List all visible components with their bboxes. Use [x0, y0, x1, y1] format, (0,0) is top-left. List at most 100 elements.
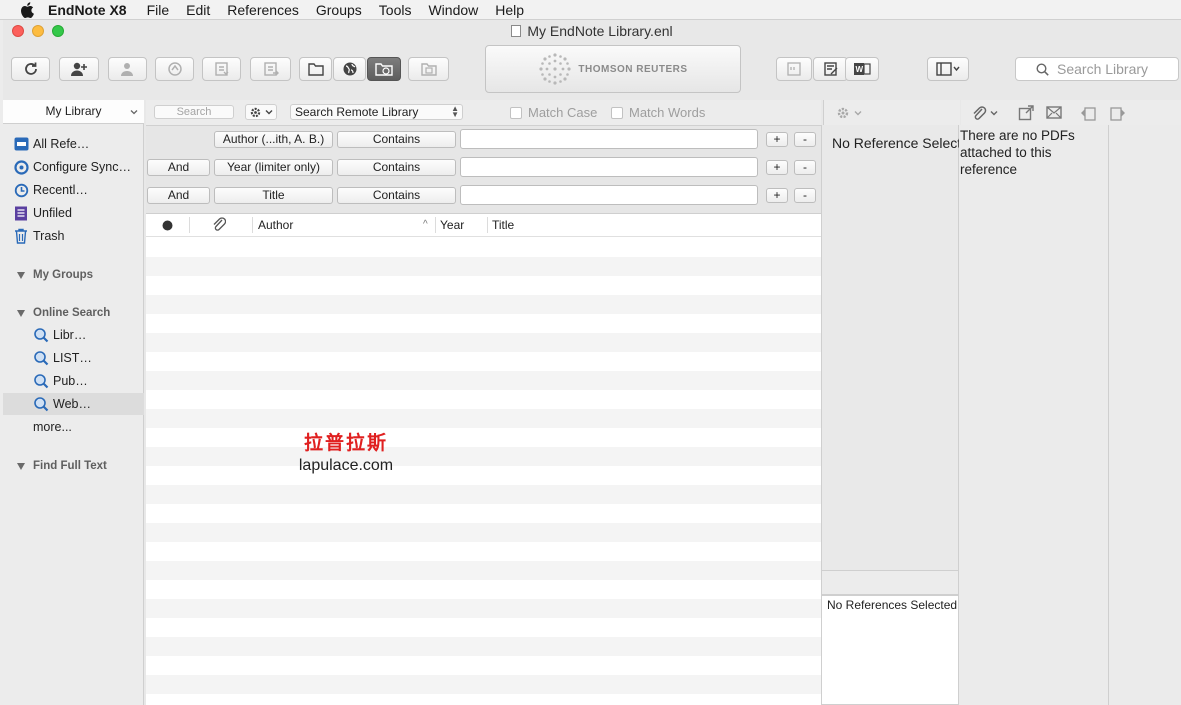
edit-reference-button[interactable]: [813, 57, 848, 81]
no-reference-selected-text: No Reference Selected: [832, 135, 960, 151]
search-remote-library-select[interactable]: Search Remote Library ▲ ▼: [290, 104, 463, 120]
menu-references[interactable]: References: [227, 2, 299, 18]
sidebar-item-label: All Refe…: [33, 137, 90, 151]
preview-divider-bar[interactable]: [821, 570, 959, 595]
sidebar-item-all-references[interactable]: All Refe…: [3, 133, 144, 155]
sidebar-item-configure-sync[interactable]: Configure Sync…: [3, 156, 144, 178]
checkbox-box[interactable]: [611, 106, 623, 119]
disclosure-triangle-icon[interactable]: [17, 309, 25, 317]
menu-groups[interactable]: Groups: [316, 2, 362, 18]
paperclip-icon[interactable]: [971, 105, 987, 121]
sidebar-item-unfiled[interactable]: Unfiled: [3, 202, 144, 224]
add-user-icon: [71, 62, 87, 76]
menu-edit[interactable]: Edit: [186, 2, 210, 18]
bool-select-row2[interactable]: And: [147, 159, 210, 176]
online-search-mode-button[interactable]: [333, 57, 366, 81]
search-library-field[interactable]: Search Library: [1015, 57, 1179, 81]
previous-attachment-icon[interactable]: [1080, 105, 1098, 121]
insert-citation-button[interactable]: [776, 57, 812, 81]
field-select-row3[interactable]: Title: [214, 187, 333, 204]
list-row: [146, 390, 821, 409]
online-item-pubmed[interactable]: Pub…: [3, 370, 144, 392]
disclosure-triangle-icon[interactable]: [17, 462, 25, 470]
remove-row-button[interactable]: -: [794, 188, 816, 203]
apple-icon[interactable]: [20, 1, 34, 18]
menu-file[interactable]: File: [147, 2, 170, 18]
match-case-checkbox[interactable]: Match Case: [510, 105, 597, 120]
email-icon[interactable]: [1046, 106, 1062, 119]
find-full-text-button[interactable]: [155, 57, 194, 81]
menu-help[interactable]: Help: [495, 2, 524, 18]
pdf-viewer-pane: There are no PDFs attached to this refer…: [959, 125, 1109, 705]
thomson-reuters-emblem-icon: [539, 53, 572, 85]
export-button[interactable]: [250, 57, 291, 81]
sidebar-item-trash[interactable]: Trash: [3, 225, 144, 247]
add-user-button[interactable]: [59, 57, 99, 81]
library-select[interactable]: My Library: [3, 100, 144, 124]
add-row-button[interactable]: +: [766, 160, 788, 175]
integrated-library-mode-button[interactable]: [367, 57, 401, 81]
year-column-header[interactable]: Year: [440, 214, 464, 237]
group-header-my-groups[interactable]: My Groups: [3, 265, 144, 285]
operator-select-row1[interactable]: Contains: [337, 131, 456, 148]
author-column-header[interactable]: Author: [258, 214, 293, 237]
read-status-column-header[interactable]: [162, 214, 173, 237]
online-item-lisrta[interactable]: LIST…: [3, 347, 144, 369]
bool-select-row3[interactable]: And: [147, 187, 210, 204]
match-words-checkbox[interactable]: Match Words: [611, 105, 705, 120]
menu-window[interactable]: Window: [428, 2, 478, 18]
disclosure-triangle-icon[interactable]: [17, 271, 25, 279]
sidebar-item-recently-added[interactable]: Recentl…: [3, 179, 144, 201]
online-item-label: Libr…: [53, 328, 87, 342]
import-button[interactable]: [202, 57, 241, 81]
copy-to-library-button[interactable]: [408, 57, 449, 81]
quick-search-field[interactable]: Search: [154, 105, 234, 119]
share-icon: [120, 63, 133, 76]
list-row: [146, 637, 821, 656]
list-row: [146, 542, 821, 561]
menu-tools[interactable]: Tools: [379, 2, 412, 18]
integrated-library-icon: [375, 63, 393, 76]
add-row-button[interactable]: +: [766, 132, 788, 147]
thomson-reuters-logo: THOMSON REUTERS: [485, 45, 741, 93]
open-external-icon[interactable]: [1018, 104, 1034, 121]
more-online-sources-link[interactable]: more...: [33, 420, 72, 434]
online-item-library-of-congress[interactable]: Libr…: [3, 324, 144, 346]
list-row: [146, 504, 821, 523]
remove-row-button[interactable]: -: [794, 132, 816, 147]
go-to-word-button[interactable]: W: [845, 57, 879, 81]
chevron-down-icon: [265, 110, 273, 115]
checkbox-box[interactable]: [510, 106, 522, 119]
field-select-row1[interactable]: Author (...ith, A. B.): [214, 131, 333, 148]
title-column-header[interactable]: Title: [492, 214, 514, 237]
group-header-online-search[interactable]: Online Search: [3, 303, 144, 323]
chevron-down-icon: [130, 110, 138, 115]
next-attachment-icon[interactable]: [1108, 105, 1126, 121]
updown-arrows-icon: ▲ ▼: [451, 104, 459, 119]
gear-icon[interactable]: [836, 106, 850, 120]
operator-select-row3[interactable]: Contains: [337, 187, 456, 204]
share-group-button[interactable]: [108, 57, 147, 81]
list-row: [146, 466, 821, 485]
local-library-mode-button[interactable]: [299, 57, 332, 81]
menu-bar: EndNote X8 File Edit References Groups T…: [0, 0, 1181, 20]
search-options-menu[interactable]: [245, 104, 277, 120]
group-header-find-full-text[interactable]: Find Full Text: [3, 456, 144, 476]
search-value-input-row1[interactable]: [460, 129, 758, 149]
chevron-down-icon[interactable]: [990, 109, 998, 117]
search-value-input-row2[interactable]: [460, 157, 758, 177]
online-item-web-of-science[interactable]: Web…: [3, 393, 144, 415]
recent-icon: [13, 182, 29, 198]
attachment-column-header[interactable]: [212, 214, 227, 237]
layout-button[interactable]: [927, 57, 969, 81]
field-select-row2[interactable]: Year (limiter only): [214, 159, 333, 176]
chevron-down-icon[interactable]: [854, 109, 862, 117]
sync-button[interactable]: [11, 57, 50, 81]
thomson-reuters-text: THOMSON REUTERS: [578, 63, 688, 75]
search-value-input-row3[interactable]: [460, 185, 758, 205]
svg-text:W: W: [856, 65, 864, 74]
app-menu[interactable]: EndNote X8: [48, 2, 127, 18]
add-row-button[interactable]: +: [766, 188, 788, 203]
operator-select-row2[interactable]: Contains: [337, 159, 456, 176]
remove-row-button[interactable]: -: [794, 160, 816, 175]
